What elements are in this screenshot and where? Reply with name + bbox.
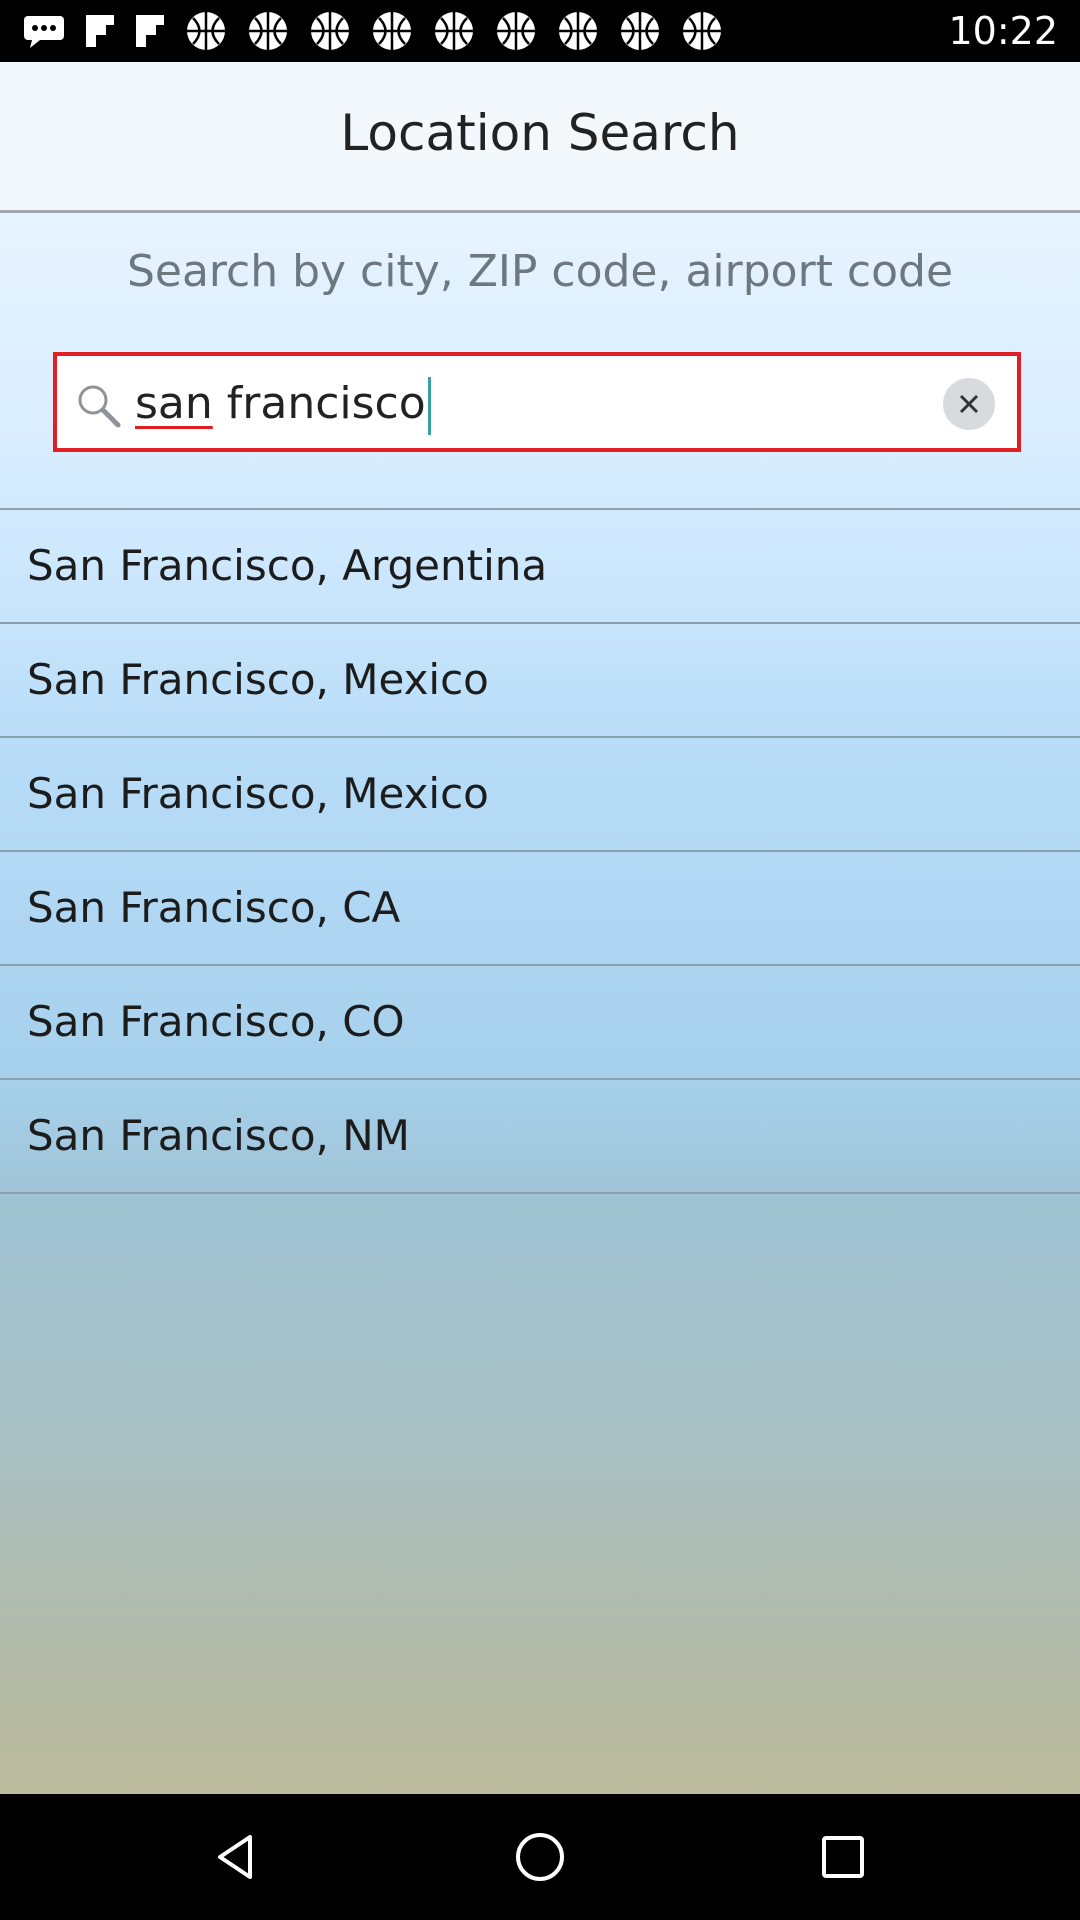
status-bar: 10:22 [0, 0, 1080, 62]
list-item-label: San Francisco, CO [27, 997, 405, 1046]
search-icon [73, 380, 123, 430]
app-header: Location Search [0, 62, 1080, 213]
search-input[interactable]: san francisco [53, 352, 1021, 452]
list-item-label: San Francisco, NM [27, 1111, 410, 1160]
location-search-screen: Location Search Search by city, ZIP code… [0, 62, 1080, 1794]
clock: 10:22 [948, 9, 1058, 53]
list-item-label: San Francisco, CA [27, 883, 401, 932]
page-title: Location Search [340, 104, 740, 162]
list-item-label: San Francisco, Mexico [27, 769, 489, 818]
search-hint: Search by city, ZIP code, airport code [126, 246, 954, 297]
basketball-icon [246, 9, 290, 53]
home-icon [516, 1833, 564, 1881]
back-button[interactable] [207, 1827, 267, 1887]
basketball-icon [370, 9, 414, 53]
list-item[interactable]: San Francisco, Mexico [0, 738, 1080, 852]
search-value-word-2: francisco [226, 378, 426, 429]
flipboard-icon [84, 13, 116, 49]
basketball-icon [308, 9, 352, 53]
basketball-icon [618, 9, 662, 53]
list-item-label: San Francisco, Mexico [27, 655, 489, 704]
basketball-icon [432, 9, 476, 53]
list-item[interactable]: San Francisco, Mexico [0, 624, 1080, 738]
basketball-icon [680, 9, 724, 53]
messages-icon [22, 13, 66, 49]
clear-search-button[interactable] [943, 378, 995, 430]
home-button[interactable] [510, 1827, 570, 1887]
results-list: San Francisco, Argentina San Francisco, … [0, 508, 1080, 1194]
basketball-icon [184, 9, 228, 53]
text-cursor [427, 377, 431, 435]
system-nav-bar [0, 1794, 1080, 1920]
basketball-icon [556, 9, 600, 53]
list-item[interactable]: San Francisco, CA [0, 852, 1080, 966]
list-item[interactable]: San Francisco, NM [0, 1080, 1080, 1194]
recents-icon [822, 1836, 864, 1878]
search-value-word-1: san [135, 378, 213, 429]
search-value[interactable]: san francisco [135, 374, 431, 435]
recents-button[interactable] [813, 1827, 873, 1887]
list-item[interactable]: San Francisco, CO [0, 966, 1080, 1080]
basketball-icon [494, 9, 538, 53]
list-item[interactable]: San Francisco, Argentina [0, 510, 1080, 624]
close-icon [959, 394, 979, 414]
back-icon [218, 1835, 252, 1879]
flipboard-icon [134, 13, 166, 49]
notification-icons [22, 0, 742, 62]
list-item-label: San Francisco, Argentina [27, 541, 548, 590]
